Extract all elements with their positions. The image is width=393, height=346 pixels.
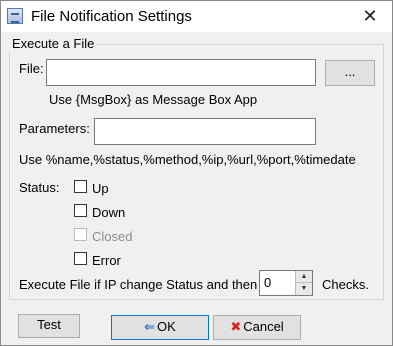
ok-button[interactable]: ⇐ OK — [111, 315, 209, 340]
app-icon — [7, 8, 23, 24]
close-icon[interactable]: ✕ — [348, 1, 392, 32]
spinner-up-icon[interactable]: ▲ — [295, 271, 312, 283]
status-error-label: Error — [92, 253, 121, 268]
status-down-checkbox[interactable] — [74, 204, 87, 217]
cancel-label: Cancel — [243, 319, 284, 334]
group-label: Execute a File — [9, 36, 98, 51]
status-closed-checkbox — [74, 228, 87, 241]
parameters-input[interactable] — [94, 118, 316, 145]
parameters-hint: Use %name,%status,%method,%ip,%url,%port… — [19, 152, 356, 167]
ok-arrow-icon: ⇐ — [144, 319, 156, 334]
spinner-down-icon[interactable]: ▼ — [295, 283, 312, 295]
file-hint: Use {MsgBox} as Message Box App — [49, 92, 258, 107]
status-up-label: Up — [92, 181, 109, 196]
file-label: File: — [19, 61, 44, 76]
parameters-label: Parameters: — [19, 121, 90, 136]
ip-change-label: Execute File if IP change Status and the… — [19, 277, 258, 292]
title-bar: File Notification Settings ✕ — [1, 1, 392, 32]
checks-label: Checks. — [322, 277, 369, 292]
status-closed-label: Closed — [92, 229, 133, 244]
browse-button[interactable]: ... — [325, 60, 375, 86]
file-input[interactable] — [46, 59, 316, 86]
status-up-checkbox[interactable] — [74, 180, 87, 193]
checks-value[interactable]: 0 — [264, 275, 271, 290]
status-down-label: Down — [92, 205, 126, 220]
status-label: Status: — [19, 180, 60, 195]
cancel-x-icon: ✖ — [230, 319, 242, 334]
window-title: File Notification Settings — [31, 8, 192, 25]
test-button[interactable]: Test — [18, 314, 80, 338]
dialog-window: File Notification Settings ✕ Execute a F… — [0, 0, 393, 346]
cancel-button[interactable]: ✖ Cancel — [213, 315, 301, 340]
ok-label: OK — [157, 319, 176, 334]
status-error-checkbox[interactable] — [74, 252, 87, 265]
checks-spinner[interactable]: 0 ▲ ▼ — [259, 270, 313, 296]
